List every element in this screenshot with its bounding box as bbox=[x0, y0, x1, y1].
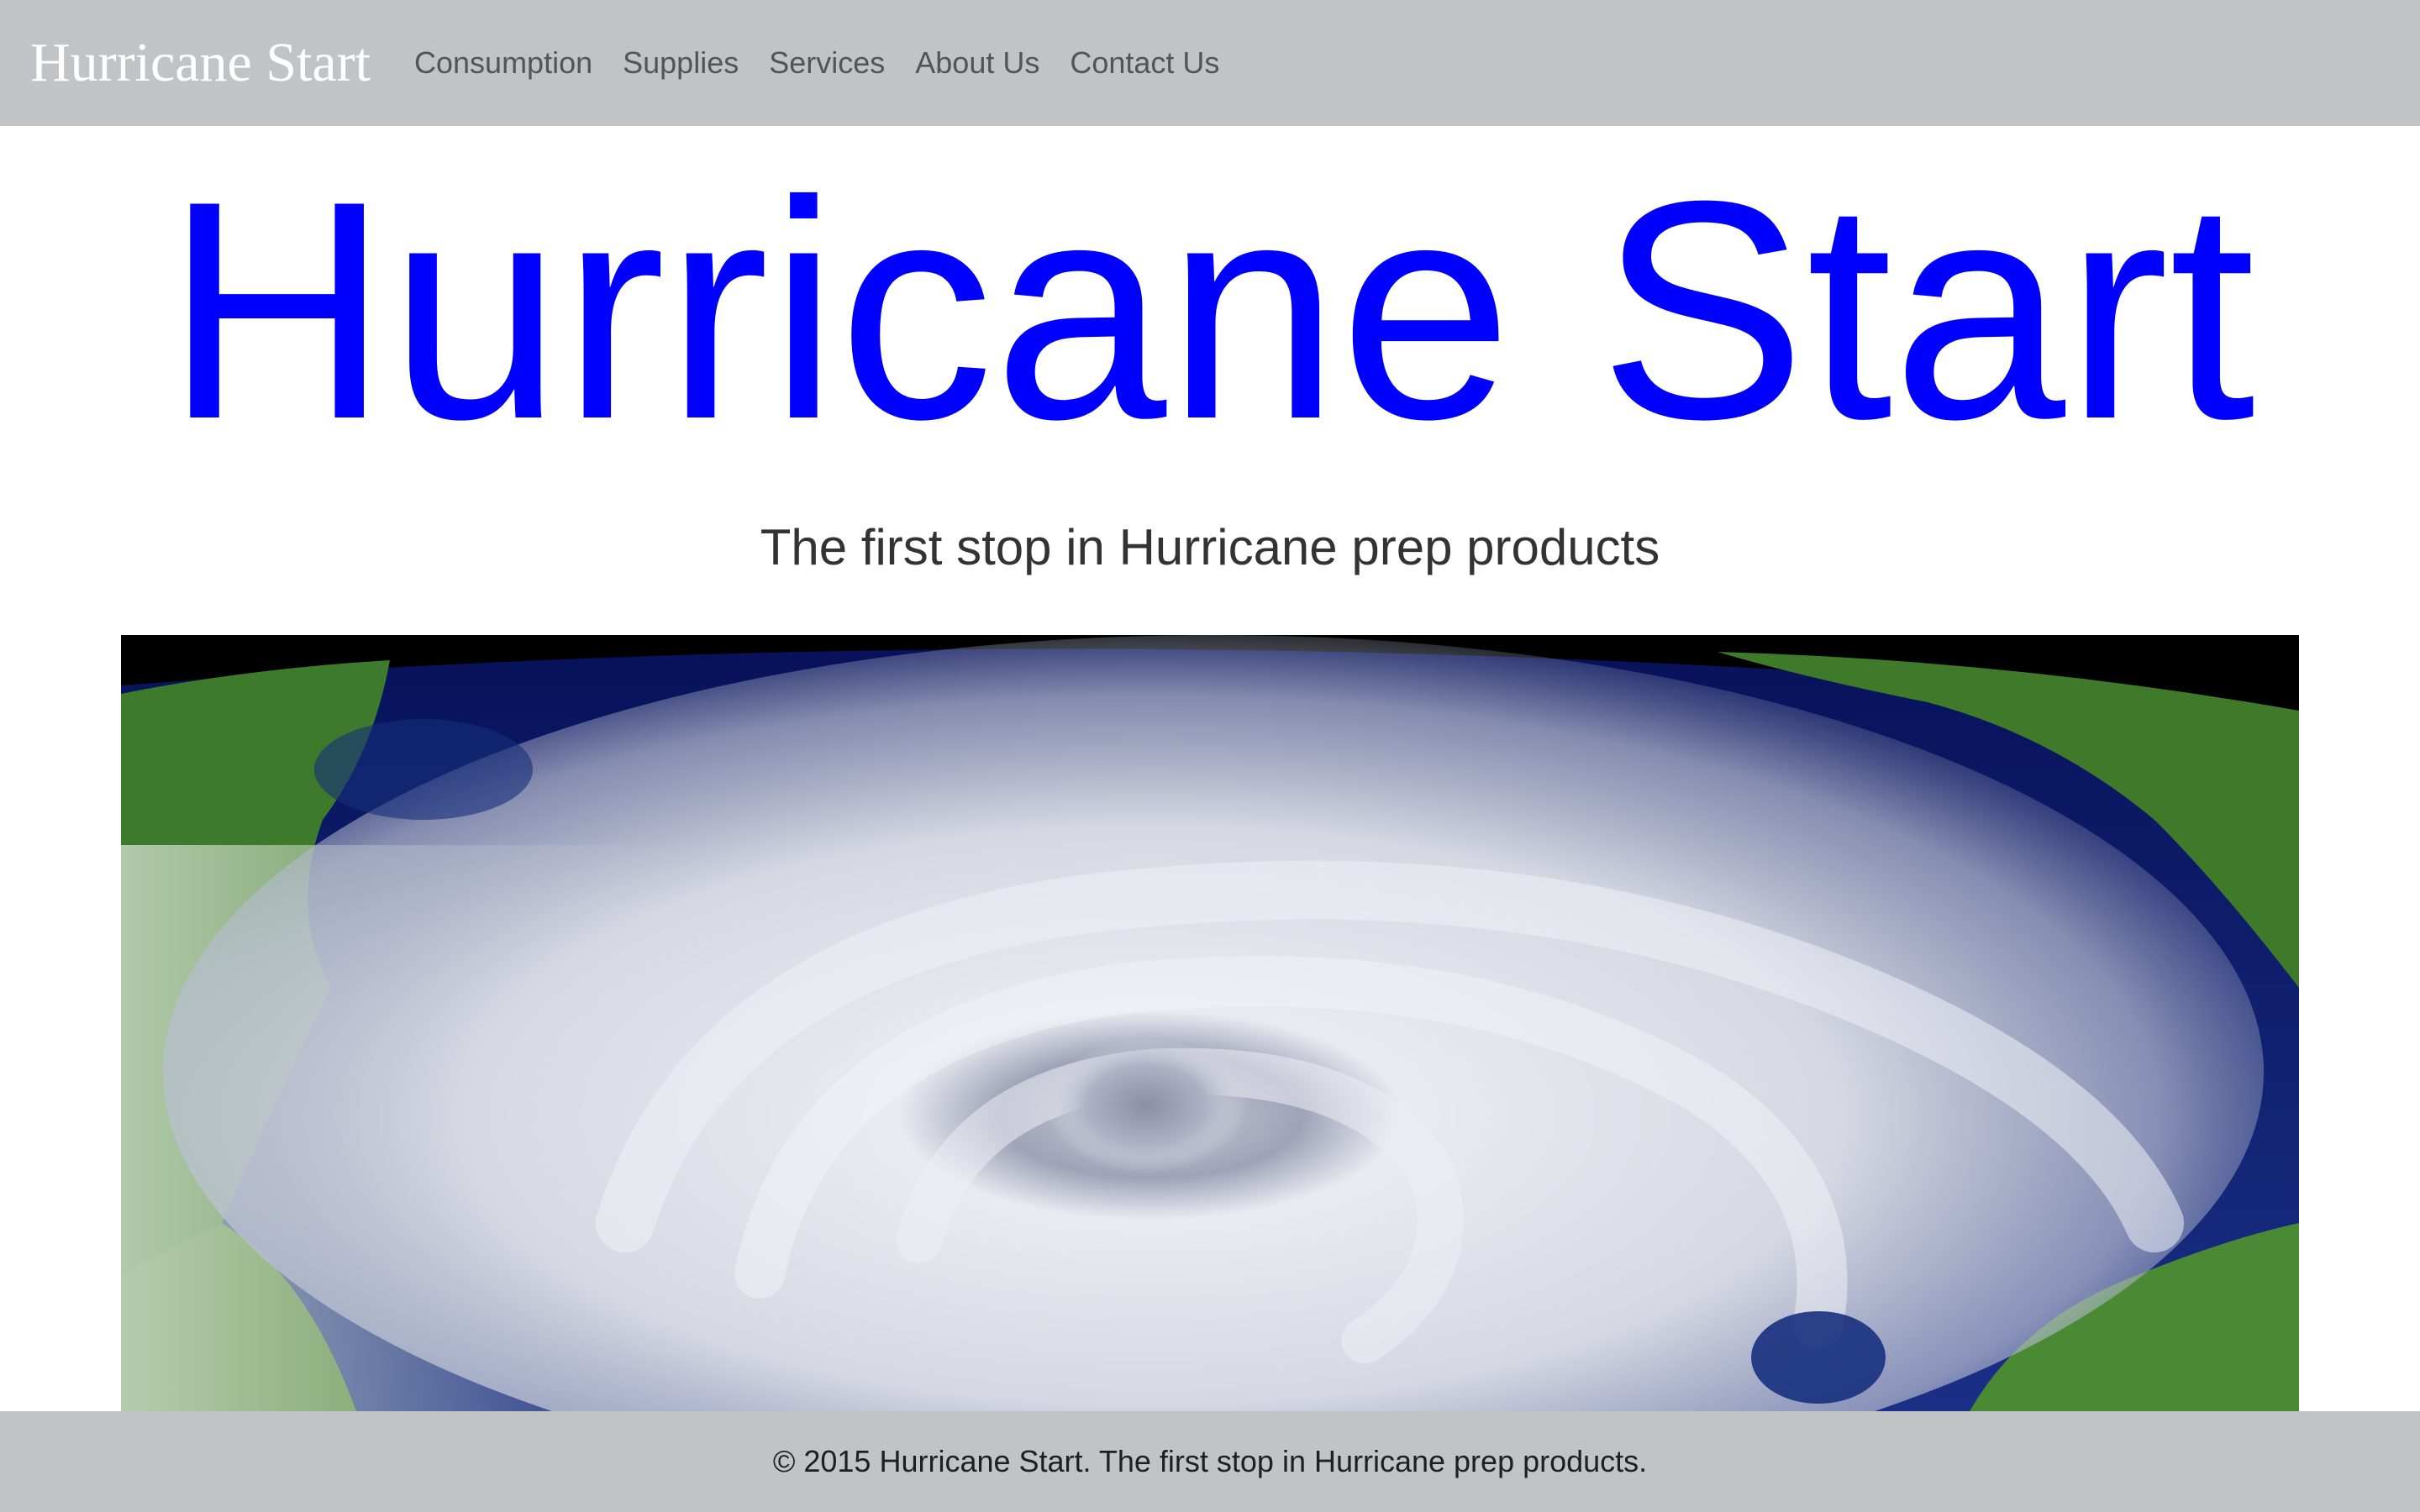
page-footer: © 2015 Hurricane Start. The first stop i… bbox=[0, 1411, 2420, 1512]
hero-title: Hurricane Start bbox=[164, 137, 2256, 484]
hurricane-satellite-image bbox=[121, 635, 2299, 1411]
nav-link-supplies[interactable]: Supplies bbox=[623, 45, 739, 81]
nav-link-contact-us[interactable]: Contact Us bbox=[1070, 45, 1219, 81]
hero-tagline: The first stop in Hurricane prep product… bbox=[760, 519, 1660, 575]
brand-logo-link[interactable]: Hurricane Start bbox=[30, 31, 371, 95]
nav-link-consumption[interactable]: Consumption bbox=[414, 45, 592, 81]
nav-link-services[interactable]: Services bbox=[769, 45, 885, 81]
footer-copyright: © 2015 Hurricane Start. The first stop i… bbox=[772, 1444, 1648, 1478]
nav-link-about-us[interactable]: About Us bbox=[915, 45, 1039, 81]
top-navbar: Hurricane Start Consumption Supplies Ser… bbox=[0, 0, 2420, 126]
nav-menu: Consumption Supplies Services About Us C… bbox=[414, 45, 1249, 81]
